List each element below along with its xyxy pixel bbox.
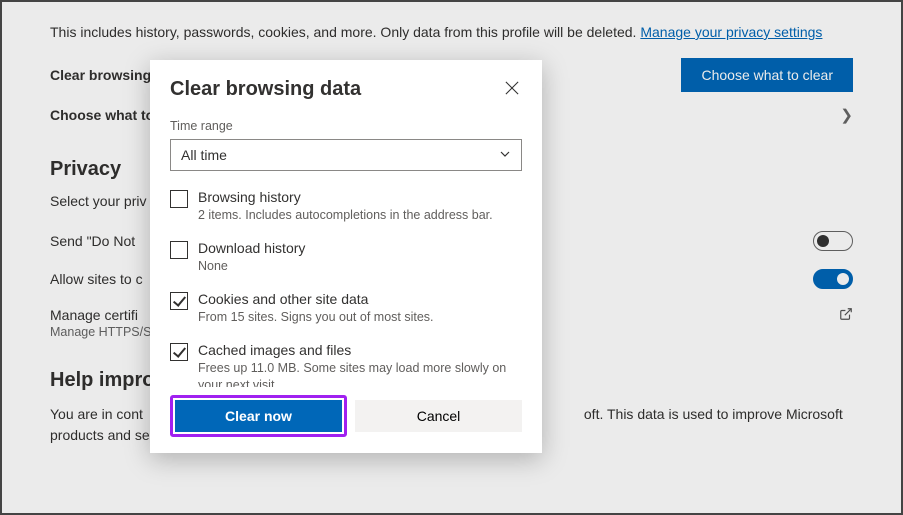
- chevron-right-icon[interactable]: ❯: [840, 106, 853, 124]
- choose-what-to-clear-button[interactable]: Choose what to clear: [681, 58, 853, 92]
- option-title: Download history: [198, 240, 305, 256]
- option-row: Cookies and other site data From 15 sites…: [170, 291, 518, 326]
- allow-sites-label: Allow sites to c: [50, 271, 143, 287]
- choose-close-label: Choose what to: [50, 107, 154, 123]
- chevron-down-icon: [499, 147, 511, 163]
- intro-text-content: This includes history, passwords, cookie…: [50, 24, 640, 40]
- clear-now-button[interactable]: Clear now: [175, 400, 342, 432]
- manage-certs-label[interactable]: Manage certifi: [50, 307, 151, 323]
- time-range-select[interactable]: All time: [170, 139, 522, 171]
- option-row: Cached images and files Frees up 11.0 MB.…: [170, 342, 518, 387]
- open-external-icon[interactable]: [839, 307, 853, 324]
- option-row: Browsing history 2 items. Includes autoco…: [170, 189, 518, 224]
- option-checkbox[interactable]: [170, 241, 188, 259]
- clear-now-highlight: Clear now: [170, 395, 347, 437]
- option-checkbox[interactable]: [170, 292, 188, 310]
- manage-privacy-link[interactable]: Manage your privacy settings: [640, 24, 822, 40]
- option-checkbox[interactable]: [170, 190, 188, 208]
- help-body-pre: You are in cont: [50, 406, 143, 422]
- dnt-label: Send "Do Not: [50, 233, 135, 249]
- option-desc: Frees up 11.0 MB. Some sites may load mo…: [198, 360, 518, 387]
- option-title: Cookies and other site data: [198, 291, 434, 307]
- option-row: Download history None: [170, 240, 518, 275]
- options-list[interactable]: Browsing history 2 items. Includes autoco…: [170, 189, 522, 387]
- option-desc: 2 items. Includes autocompletions in the…: [198, 207, 493, 224]
- allow-sites-toggle[interactable]: [813, 269, 853, 289]
- option-desc: None: [198, 258, 305, 275]
- option-desc: From 15 sites. Signs you out of most sit…: [198, 309, 434, 326]
- clear-browsing-label: Clear browsing: [50, 67, 151, 83]
- cancel-button[interactable]: Cancel: [355, 400, 522, 432]
- option-title: Cached images and files: [198, 342, 518, 358]
- clear-browsing-data-dialog: Clear browsing data Time range All time …: [150, 60, 542, 453]
- dialog-title: Clear browsing data: [170, 78, 361, 101]
- time-range-label: Time range: [170, 119, 522, 133]
- manage-certs-desc: Manage HTTPS/S: [50, 325, 151, 339]
- dnt-toggle[interactable]: [813, 231, 853, 251]
- option-checkbox[interactable]: [170, 343, 188, 361]
- intro-text: This includes history, passwords, cookie…: [50, 24, 853, 40]
- close-icon[interactable]: [502, 78, 522, 98]
- time-range-value: All time: [181, 147, 227, 163]
- option-title: Browsing history: [198, 189, 493, 205]
